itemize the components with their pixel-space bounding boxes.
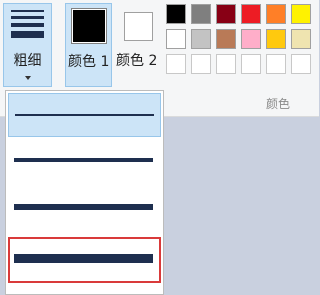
palette-swatch[interactable]: [216, 4, 236, 24]
colors-group-label: 颜色: [266, 97, 291, 111]
size-label: 粗细: [13, 53, 42, 69]
palette-swatch[interactable]: [291, 54, 311, 74]
color-palette: [163, 4, 319, 84]
palette-swatch[interactable]: [191, 29, 211, 49]
color1-label: 颜色 1: [68, 54, 110, 70]
color2-swatch: [124, 12, 153, 41]
size-option-4[interactable]: [8, 237, 161, 283]
size-glyph-line-2: [11, 16, 44, 19]
color1-button[interactable]: 颜色 1: [65, 3, 112, 87]
palette-swatch[interactable]: [266, 29, 286, 49]
size-line-4: [14, 254, 153, 263]
palette-swatch[interactable]: [291, 4, 311, 24]
size-glyph-line-4: [11, 31, 44, 38]
palette-swatch[interactable]: [241, 54, 261, 74]
color1-swatch: [71, 8, 107, 44]
palette-swatch[interactable]: [216, 54, 236, 74]
palette-swatch[interactable]: [166, 54, 186, 74]
size-option-1[interactable]: [8, 93, 161, 137]
chevron-down-icon: [25, 76, 31, 80]
color2-button[interactable]: 颜色 2: [115, 3, 162, 87]
size-line-2: [14, 158, 153, 162]
size-dropdown: [5, 90, 164, 295]
size-glyph-line-3: [11, 23, 44, 27]
palette-swatch[interactable]: [166, 29, 186, 49]
size-line-1: [15, 114, 154, 116]
size-glyph-line-1: [11, 10, 44, 12]
palette-swatch[interactable]: [266, 4, 286, 24]
palette-swatch[interactable]: [166, 4, 186, 24]
palette-swatch[interactable]: [191, 4, 211, 24]
palette-swatch[interactable]: [266, 54, 286, 74]
size-option-2[interactable]: [8, 139, 161, 183]
palette-swatch[interactable]: [216, 29, 236, 49]
palette-swatch[interactable]: [241, 4, 261, 24]
size-option-3[interactable]: [8, 186, 161, 230]
color2-label: 颜色 2: [116, 53, 158, 69]
size-button[interactable]: 粗细: [3, 3, 52, 87]
size-line-3: [14, 204, 153, 210]
palette-swatch[interactable]: [291, 29, 311, 49]
palette-swatch[interactable]: [191, 54, 211, 74]
palette-swatch[interactable]: [241, 29, 261, 49]
